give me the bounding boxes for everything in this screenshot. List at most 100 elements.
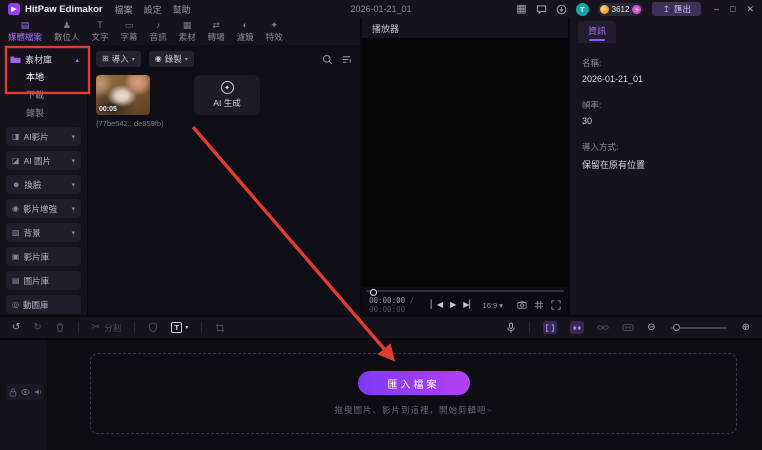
sidebar-item-face-swap[interactable]: ☻ 換臉 ▾ [6, 175, 81, 194]
tab-audio[interactable]: ♪ 音訊 [144, 20, 173, 43]
tab-effects[interactable]: ✦ 特效 [260, 20, 289, 43]
close-button[interactable]: ✕ [746, 4, 754, 15]
left-region: ▤ 媒體檔案 ♟ 數位人 T 文字 ▭ 字幕 ♪ 音訊 ▦ 素材 ⇄ 轉場 ◐ 濾鏡 ✦ 特效 素… [0, 18, 360, 315]
export-button[interactable]: ↥ 匯出 [652, 2, 701, 16]
tab-stickers[interactable]: ▦ 素材 [173, 19, 202, 43]
chevron-down-icon: ▾ [184, 56, 188, 63]
tab-filters[interactable]: ◐ 濾鏡 [231, 19, 260, 43]
zoom-in-icon[interactable]: ⊕ [742, 322, 750, 333]
snapshot-icon[interactable] [517, 300, 527, 310]
sidebar-item-downloads[interactable]: 下載 [0, 86, 87, 104]
ai-sparkle-icon: ✦ [220, 81, 234, 94]
minimize-button[interactable]: – [714, 4, 719, 14]
sidebar-item-ai-video[interactable]: ◨ AI影片 ▾ [6, 127, 81, 146]
crop-icon[interactable] [215, 323, 225, 333]
background-icon: ▨ [12, 227, 20, 237]
import-dropdown-button[interactable]: ⊞ 導入 ▾ [96, 51, 141, 67]
time-current: 00:00:00 [369, 296, 406, 305]
tab-subtitles[interactable]: ▭ 字幕 [115, 20, 144, 43]
eye-icon[interactable] [20, 388, 30, 396]
coins-badge[interactable]: 3612 + [597, 2, 644, 16]
tab-strip: ▤ 媒體檔案 ♟ 數位人 T 文字 ▭ 字幕 ♪ 音訊 ▦ 素材 ⇄ 轉場 ◐ 濾鏡 ✦ 特效 [0, 18, 360, 45]
play-icon[interactable]: ▶ [450, 301, 456, 309]
zoom-out-icon[interactable]: ⊖ [647, 322, 655, 333]
prev-frame-icon[interactable]: ▏◀ [431, 301, 443, 309]
tab-transitions[interactable]: ⇄ 轉場 [202, 20, 231, 43]
menu-settings[interactable]: 設定 [144, 3, 162, 16]
left-body: 素材庫 ▴ 本地 下載 錄製 ◨ AI影片 ▾ ◪ AI 圖片 ▾ ☻ 換臉 ▾ ◉ 影片增強… [0, 45, 360, 315]
download-icon[interactable] [556, 4, 567, 15]
tab-info[interactable]: 資訊 [578, 21, 617, 43]
sidebar-item-video-enhance[interactable]: ◉ 影片增強 ▾ [6, 199, 81, 218]
microphone-icon[interactable] [506, 322, 516, 334]
import-files-button[interactable]: 匯入檔案 [357, 371, 470, 395]
fullscreen-icon[interactable] [551, 300, 561, 310]
shield-icon[interactable] [148, 322, 158, 333]
project-name: 2026-01-21_01 [350, 4, 412, 14]
sidebar-item-image-library[interactable]: ▤ 圖片庫 [6, 271, 81, 290]
tab-digital-human[interactable]: ♟ 數位人 [48, 19, 86, 43]
next-frame-icon[interactable]: ▶▏ [463, 301, 475, 309]
split-button[interactable]: ✂ 分割 [92, 322, 121, 334]
magnet-icon[interactable] [570, 321, 585, 334]
sidebar-item-ai-image[interactable]: ◪ AI 圖片 ▾ [6, 151, 81, 170]
sort-list-icon[interactable] [341, 54, 352, 65]
seek-handle[interactable] [370, 289, 377, 296]
timeline-dropzone[interactable]: 匯入檔案 拖曳圖片、影片到這裡，開始剪輯吧~ [90, 353, 737, 434]
sidebar-item-background[interactable]: ▨ 背景 ▾ [6, 223, 81, 242]
record-icon: ◉ [154, 54, 162, 63]
field-label: 導入方式: [582, 142, 619, 152]
redo-icon[interactable]: ↻ [33, 322, 41, 333]
menu-file[interactable]: 檔案 [115, 3, 133, 16]
text-tool-button[interactable]: T ▾ [171, 322, 188, 333]
fit-timeline-icon[interactable] [622, 323, 634, 332]
sidebar-item-gif-library[interactable]: ◎ 動圖庫 [6, 295, 81, 314]
link-icon[interactable] [597, 323, 609, 332]
add-coins-icon[interactable]: + [632, 4, 642, 14]
digital-human-icon: ♟ [62, 19, 71, 30]
zoom-slider-handle[interactable] [672, 323, 680, 331]
titlebar-actions: ▦ T 3612 + ↥ 匯出 – □ ✕ [516, 2, 754, 16]
text-icon: T [97, 19, 103, 30]
mute-icon[interactable] [34, 388, 42, 396]
snap-icon[interactable] [543, 321, 558, 334]
ai-generate-card[interactable]: ✦ AI 生成 [194, 75, 260, 115]
media-clip-item[interactable]: 00:05 {77be542...de859fb} [96, 75, 168, 128]
info-tab-label: 資訊 [588, 26, 607, 36]
layout-icon[interactable]: ▦ [516, 3, 526, 15]
feedback-icon[interactable] [536, 4, 547, 15]
chevron-down-icon: ▾ [71, 133, 75, 141]
sidebar-item-video-library[interactable]: ▣ 影片庫 [6, 247, 81, 266]
sidebar-item-local[interactable]: 本地 [0, 68, 87, 86]
tab-media-files[interactable]: ▤ 媒體檔案 [2, 20, 48, 43]
lock-icon[interactable] [9, 388, 17, 397]
avatar-letter: T [579, 4, 585, 14]
seek-bar[interactable] [366, 289, 564, 296]
search-icon[interactable] [322, 54, 333, 65]
chevron-down-icon: ▾ [71, 181, 75, 189]
app-window: ▶ HitPaw Edimakor 檔案 設定 幫助 2026-01-21_01… [0, 0, 762, 450]
timecode: 00:00:00 / 00:00:00 [369, 296, 431, 314]
chevron-down-icon: ▾ [71, 157, 75, 165]
record-dropdown-button[interactable]: ◉ 錄製 ▾ [148, 51, 194, 67]
collapse-icon[interactable]: ▴ [75, 56, 79, 64]
export-label: 匯出 [673, 4, 691, 14]
item-label: 影片庫 [23, 251, 50, 262]
user-avatar[interactable]: T [575, 2, 589, 16]
filters-icon: ◐ [242, 19, 248, 30]
tab-label: 數位人 [54, 31, 80, 42]
stickers-icon: ▦ [182, 19, 192, 30]
field-value: 30 [582, 116, 593, 126]
timeline-zoom-slider[interactable] [670, 323, 727, 331]
undo-icon[interactable]: ↺ [12, 322, 20, 333]
tab-text[interactable]: T 文字 [86, 19, 115, 43]
sidebar-item-recordings[interactable]: 錄製 [0, 104, 87, 122]
clip-thumbnail[interactable]: 00:05 [96, 75, 150, 115]
aspect-ratio-selector[interactable]: 16:9 ▾ [483, 301, 503, 310]
chevron-down-icon: ▾ [131, 56, 135, 63]
menu-help[interactable]: 幫助 [173, 3, 191, 16]
delete-icon[interactable] [55, 322, 65, 333]
sidebar-item-library[interactable]: 素材庫 ▴ [0, 51, 87, 68]
maximize-button[interactable]: □ [730, 4, 735, 14]
safe-area-grid-icon[interactable] [534, 300, 544, 310]
